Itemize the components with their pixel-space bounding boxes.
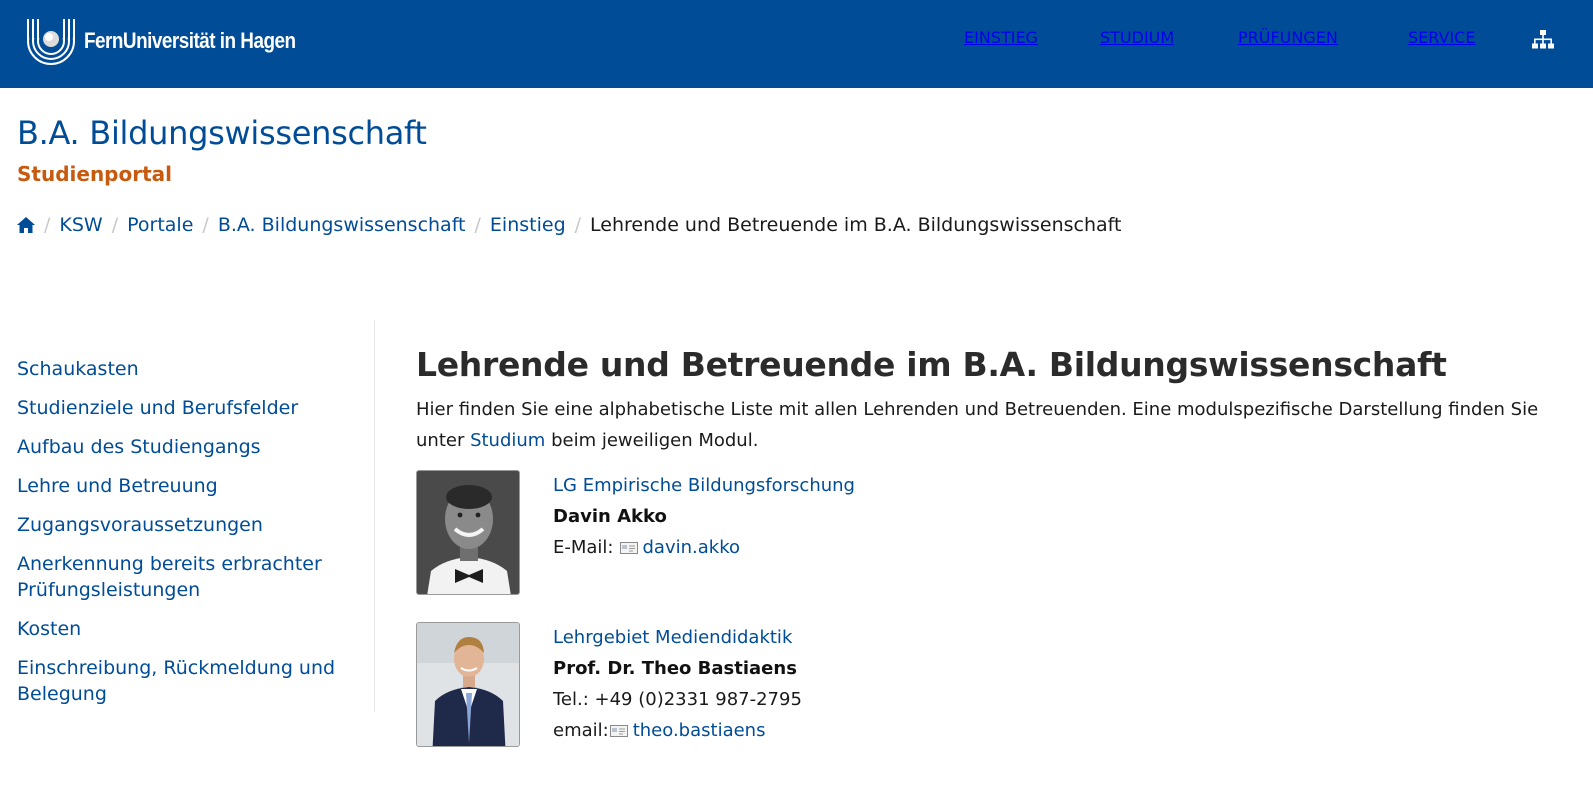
sidebar-menu: Schaukasten Studienziele und Berufsfelde… (17, 320, 374, 707)
person-card: Lehrgebiet Mediendidaktik Prof. Dr. Theo… (416, 622, 1416, 748)
sidebar-item-schaukasten[interactable]: Schaukasten (17, 356, 337, 382)
breadcrumb-separator: / (111, 214, 119, 236)
email-label: E-Mail: (553, 537, 614, 558)
person-photo-image (417, 623, 519, 746)
sidebar-item-lehre-betreuung[interactable]: Lehre und Betreuung (17, 473, 337, 499)
breadcrumb-current: Lehrende und Betreuende im B.A. Bildungs… (590, 214, 1122, 236)
home-icon[interactable] (17, 217, 35, 233)
nav-studium[interactable]: STUDIUM (1100, 28, 1174, 47)
email-link[interactable]: theo.bastiaens (633, 720, 766, 741)
breadcrumb-einstieg[interactable]: Einstieg (490, 214, 566, 236)
main-content: Lehrende und Betreuende im B.A. Bildungs… (416, 345, 1566, 747)
breadcrumb-ksw[interactable]: KSW (59, 214, 102, 236)
breadcrumb-separator: / (474, 214, 481, 236)
person-email-row: email: theo.bastiaens (553, 715, 802, 746)
sidebar: Schaukasten Studienziele und Berufsfelde… (17, 320, 375, 712)
sidebar-item-aufbau[interactable]: Aufbau des Studiengangs (17, 434, 337, 460)
person-phone: Tel.: +49 (0)2331 987-2795 (553, 689, 802, 710)
university-logo-icon (24, 16, 78, 65)
portal-subtitle: Studienportal (17, 162, 173, 186)
intro-text-end: beim jeweiligen Modul. (545, 430, 759, 451)
breadcrumb-separator: / (574, 214, 582, 236)
breadcrumb-ba-bildungswissenschaft[interactable]: B.A. Bildungswissenschaft (218, 214, 466, 236)
person-unit-link[interactable]: LG Empirische Bildungsforschung (553, 475, 855, 496)
sidebar-item-studienziele[interactable]: Studienziele und Berufsfelder (17, 395, 337, 421)
person-photo (416, 622, 520, 747)
page-heading: Lehrende und Betreuende im B.A. Bildungs… (416, 345, 1447, 384)
person-info: LG Empirische Bildungsforschung Davin Ak… (553, 470, 855, 563)
intro-text: Hier finden Sie eine alphabetische Liste… (416, 394, 1546, 456)
university-logo[interactable]: FernUniversität in Hagen (24, 16, 330, 66)
person-name: Davin Akko (553, 506, 667, 527)
mail-icon (619, 542, 638, 554)
breadcrumb: / KSW / Portale / B.A. Bildungswissensch… (17, 212, 1121, 238)
mail-icon (609, 725, 628, 737)
breadcrumb-separator: / (44, 214, 51, 236)
sidebar-item-kosten[interactable]: Kosten (17, 616, 337, 642)
person-email-row: E-Mail: davin.akko (553, 532, 855, 563)
person-photo-image (417, 471, 519, 594)
email-link[interactable]: davin.akko (643, 537, 741, 558)
portal-title: B.A. Bildungswissenschaft (17, 114, 427, 152)
breadcrumb-separator: / (202, 214, 209, 236)
person-photo (416, 470, 520, 595)
person-info: Lehrgebiet Mediendidaktik Prof. Dr. Theo… (553, 622, 802, 746)
person-card: LG Empirische Bildungsforschung Davin Ak… (416, 470, 1416, 596)
person-unit-link[interactable]: Lehrgebiet Mediendidaktik (553, 627, 792, 648)
email-label: email: (553, 720, 609, 741)
nav-pruefungen[interactable]: PRÜFUNGEN (1238, 28, 1338, 47)
sidebar-item-anerkennung[interactable]: Anerkennung bereits erbrachter Prüfungsl… (17, 551, 337, 603)
site-header: FernUniversität in Hagen EINSTIEG STUDIU… (0, 0, 1593, 88)
sidebar-item-zugangsvoraussetzungen[interactable]: Zugangsvoraussetzungen (17, 512, 337, 538)
sidebar-item-einschreibung[interactable]: Einschreibung, Rückmeldung und Belegung (17, 655, 337, 707)
studium-link[interactable]: Studium (470, 430, 545, 451)
breadcrumb-portale[interactable]: Portale (127, 214, 193, 236)
nav-service[interactable]: SERVICE (1408, 28, 1475, 47)
logo-text: FernUniversität in Hagen (84, 28, 296, 53)
sitemap-icon[interactable] (1532, 30, 1554, 50)
nav-einstieg[interactable]: EINSTIEG (964, 28, 1038, 47)
person-name: Prof. Dr. Theo Bastiaens (553, 658, 797, 679)
